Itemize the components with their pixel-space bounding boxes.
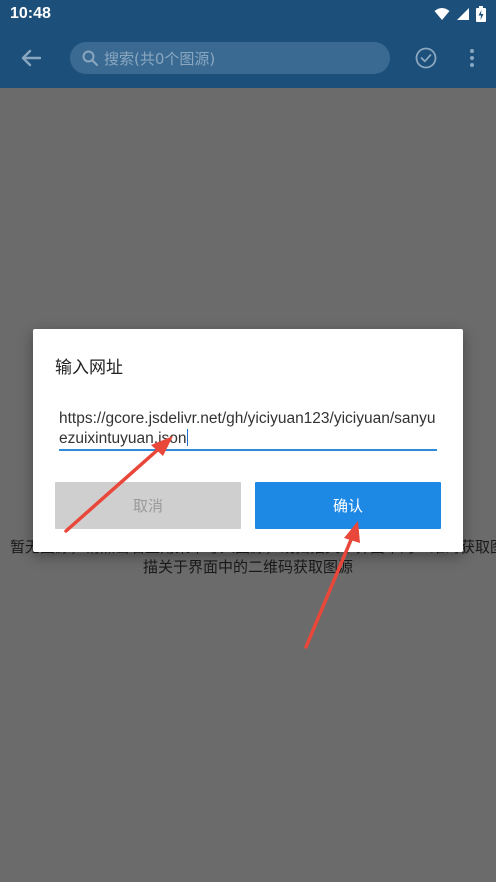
back-button[interactable] bbox=[0, 28, 62, 88]
cancel-button-label: 取消 bbox=[132, 497, 163, 515]
url-input-value: https://gcore.jsdelivr.net/gh/yiciyuan12… bbox=[59, 410, 436, 447]
confirm-button[interactable]: 确认 bbox=[255, 482, 441, 529]
search-icon bbox=[82, 50, 98, 66]
cancel-button[interactable]: 取消 bbox=[55, 482, 241, 529]
empty-state-line-2: 描关于界面中的二维码获取图源 bbox=[142, 558, 353, 576]
confirm-button-label: 确认 bbox=[332, 497, 363, 515]
search-placeholder: 搜索(共0个图源) bbox=[104, 49, 216, 68]
confirm-selection-button[interactable] bbox=[412, 43, 440, 73]
url-input[interactable]: https://gcore.jsdelivr.net/gh/yiciyuan12… bbox=[59, 409, 437, 451]
screen: 10:48 搜索(共0个图源) 描关于界面中的二维码获取图源 输入网址 http… bbox=[0, 0, 496, 882]
status-icons bbox=[434, 6, 486, 22]
wifi-icon bbox=[434, 8, 450, 20]
more-menu-button[interactable] bbox=[462, 43, 482, 73]
check-circle-icon bbox=[415, 47, 437, 69]
text-cursor bbox=[186, 429, 188, 446]
toolbar: 搜索(共0个图源) bbox=[0, 28, 496, 88]
status-bar: 10:48 bbox=[0, 0, 496, 28]
signal-icon bbox=[457, 8, 469, 20]
arrow-left-icon bbox=[21, 49, 41, 67]
search-input[interactable]: 搜索(共0个图源) bbox=[70, 42, 390, 74]
dialog-title: 输入网址 bbox=[55, 358, 123, 378]
battery-charging-icon bbox=[476, 6, 486, 22]
status-time: 10:48 bbox=[10, 5, 51, 22]
url-dialog: 输入网址 https://gcore.jsdelivr.net/gh/yiciy… bbox=[33, 329, 463, 552]
more-vertical-icon bbox=[470, 49, 474, 67]
